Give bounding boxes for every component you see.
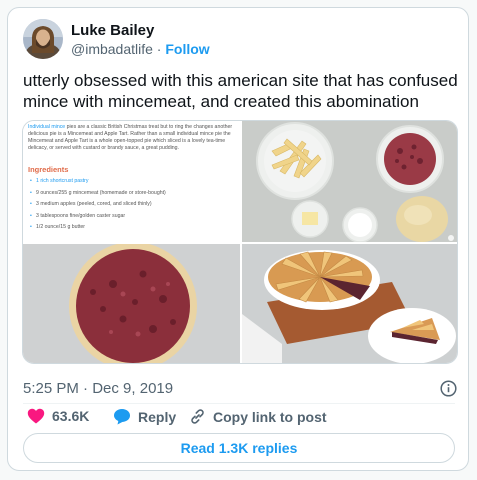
author-handle-row: @imbadatlife · Follow bbox=[71, 41, 210, 57]
author-handle[interactable]: @imbadatlife bbox=[71, 41, 153, 57]
list-item: 9 ounces/255 g mincemeat (homemade or st… bbox=[28, 190, 236, 197]
tweet-time: 5:25 PM bbox=[23, 380, 79, 397]
recipe-intro-link: Individual mince bbox=[28, 124, 66, 130]
media-grid: Individual mince pies are a classic Brit… bbox=[22, 120, 458, 364]
author-name[interactable]: Luke Bailey bbox=[71, 22, 154, 39]
reply-bubble-icon bbox=[114, 409, 130, 425]
heart-icon bbox=[27, 408, 45, 424]
avatar[interactable] bbox=[23, 19, 63, 59]
read-replies-button[interactable]: Read 1.3K replies bbox=[23, 433, 455, 463]
reply-label: Reply bbox=[138, 408, 177, 425]
like-count: 63.6K bbox=[52, 408, 90, 424]
tweet-date: Dec 9, 2019 bbox=[92, 380, 174, 397]
recipe-ingredients-list: 1 rich shortcrust pastry 9 ounces/255 g … bbox=[28, 178, 236, 236]
recipe-ingredients-heading: Ingredients bbox=[28, 165, 69, 174]
tweet-card: Luke Bailey @imbadatlife · Follow utterl… bbox=[7, 7, 469, 471]
like-button[interactable]: 63.6K bbox=[27, 408, 89, 424]
tweet-text: utterly obsessed with this american site… bbox=[23, 71, 458, 111]
recipe-intro: Individual mince pies are a classic Brit… bbox=[28, 124, 236, 152]
info-icon[interactable] bbox=[440, 380, 457, 397]
copy-link-label: Copy link to post bbox=[213, 408, 327, 425]
list-item: 1 rich shortcrust pastry bbox=[28, 178, 236, 185]
copy-link-button[interactable]: Copy link to post bbox=[189, 408, 327, 425]
follow-button[interactable]: Follow bbox=[165, 41, 209, 57]
divider bbox=[23, 403, 455, 404]
reply-button[interactable]: Reply bbox=[113, 408, 176, 425]
list-item: 3 tablespoons fine/golden caster sugar bbox=[28, 213, 236, 220]
handle-separator: · bbox=[152, 41, 166, 57]
media-ingredients-photo[interactable] bbox=[242, 121, 457, 242]
media-baked-tart-photo[interactable] bbox=[242, 244, 457, 363]
list-item: 1/2 ounce/15 g butter bbox=[28, 224, 236, 231]
list-item: 3 medium apples (peeled, cored, and slic… bbox=[28, 201, 236, 208]
tweet-timestamp[interactable]: 5:25 PM · Dec 9, 2019 bbox=[23, 380, 173, 397]
link-icon bbox=[191, 409, 204, 424]
media-raw-tart-photo[interactable] bbox=[23, 244, 240, 363]
media-recipe-screenshot[interactable]: Individual mince pies are a classic Brit… bbox=[23, 121, 240, 242]
